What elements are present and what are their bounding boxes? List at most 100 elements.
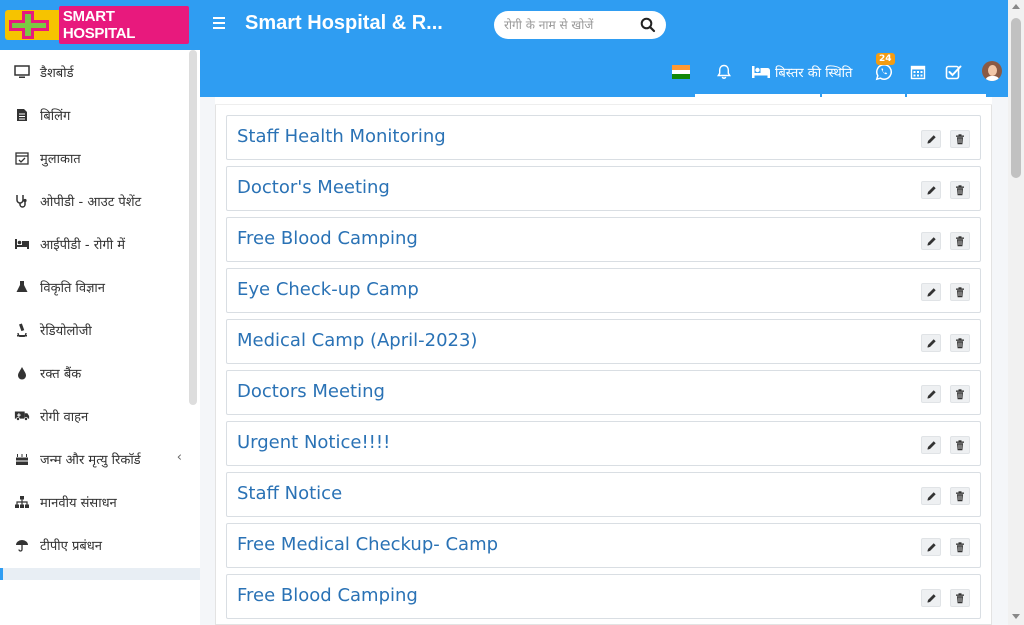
sidebar-item-radiology[interactable]: रेडियोलोजी xyxy=(0,308,188,351)
edit-pencil-icon[interactable] xyxy=(921,436,941,454)
edit-pencil-icon[interactable] xyxy=(921,589,941,607)
notice-item: Medical Camp (April-2023) xyxy=(226,319,981,364)
india-flag-icon[interactable] xyxy=(672,65,690,79)
notice-item: Eye Check-up Camp xyxy=(226,268,981,313)
notice-title-link[interactable]: Doctors Meeting xyxy=(237,381,385,402)
delete-trash-icon[interactable] xyxy=(950,130,970,148)
chevron-left-icon: ‹ xyxy=(176,450,182,465)
edit-pencil-icon[interactable] xyxy=(921,487,941,505)
scroll-down-arrow-icon[interactable] xyxy=(1012,614,1020,619)
delete-trash-icon[interactable] xyxy=(950,487,970,505)
notice-title-link[interactable]: Free Blood Camping xyxy=(237,228,418,249)
app-title: Smart Hospital & R... xyxy=(245,12,443,34)
tint-icon xyxy=(14,365,30,381)
sidebar-item-blood-bank[interactable]: रक्त बैंक xyxy=(0,351,188,394)
scroll-up-arrow-icon[interactable] xyxy=(1012,4,1020,9)
whatsapp-badge: 24 xyxy=(876,53,895,65)
edit-pencil-icon[interactable] xyxy=(921,232,941,250)
page-scrollbar[interactable] xyxy=(1008,0,1024,625)
secondary-navbar: बिस्तर की स्थिति 24 xyxy=(200,50,1008,97)
sidebar-item-label: बिलिंग xyxy=(40,108,71,124)
sidebar-item-ipd[interactable]: आईपीडी - रोगी में xyxy=(0,222,188,265)
notice-title-link[interactable]: Free Medical Checkup- Camp xyxy=(237,534,498,555)
delete-trash-icon[interactable] xyxy=(950,589,970,607)
umbrella-icon xyxy=(14,537,30,553)
delete-trash-icon[interactable] xyxy=(950,181,970,199)
sidebar-item-dashboard[interactable]: डैशबोर्ड xyxy=(0,50,188,93)
scrollbar-thumb[interactable] xyxy=(1011,18,1021,178)
sidebar-item-label: रक्त बैंक xyxy=(40,366,82,382)
patient-search xyxy=(494,11,666,39)
hospital-logo[interactable]: SMART HOSPITAL xyxy=(5,6,189,44)
bell-icon[interactable] xyxy=(714,62,734,82)
sidebar-item-label: रेडियोलोजी xyxy=(40,323,92,339)
panel-header xyxy=(215,97,992,105)
sidebar-active-item[interactable] xyxy=(0,568,200,580)
notice-title-link[interactable]: Staff Notice xyxy=(237,483,342,504)
notice-item: Urgent Notice!!!! xyxy=(226,421,981,466)
sidebar-item-opd[interactable]: ओपीडी - आउट पेशेंट xyxy=(0,179,188,222)
sidebar-scrollbar[interactable] xyxy=(189,50,197,405)
bill-icon xyxy=(14,107,30,123)
birthday-cake-icon xyxy=(14,451,30,467)
edit-pencil-icon[interactable] xyxy=(921,130,941,148)
notice-item: Doctors Meeting xyxy=(226,370,981,415)
delete-trash-icon[interactable] xyxy=(950,436,970,454)
calendar-icon[interactable] xyxy=(908,62,928,82)
sidebar-item-label: विकृति विज्ञान xyxy=(40,280,105,296)
edit-pencil-icon[interactable] xyxy=(921,538,941,556)
delete-trash-icon[interactable] xyxy=(950,385,970,403)
calendar-check-icon xyxy=(14,150,30,166)
sidebar-item-label: रोगी वाहन xyxy=(40,409,89,425)
notice-title-link[interactable]: Free Blood Camping xyxy=(237,585,418,606)
sidebar-item-label: मुलाकात xyxy=(40,151,81,167)
menu-toggle-icon[interactable] xyxy=(213,14,227,34)
logo-text: SMART HOSPITAL xyxy=(58,6,189,44)
medical-cross-icon xyxy=(5,10,51,40)
notice-title-link[interactable]: Medical Camp (April-2023) xyxy=(237,330,477,351)
ambulance-icon xyxy=(14,408,30,424)
edit-pencil-icon[interactable] xyxy=(921,181,941,199)
sidebar-item-pathology[interactable]: विकृति विज्ञान xyxy=(0,265,188,308)
sidebar-item-tpa-management[interactable]: टीपीए प्रबंधन xyxy=(0,523,188,566)
notice-item: Free Medical Checkup- Camp xyxy=(226,523,981,568)
delete-trash-icon[interactable] xyxy=(950,232,970,250)
search-icon[interactable] xyxy=(640,17,656,33)
sidebar-item-appointment[interactable]: मुलाकात xyxy=(0,136,188,179)
notice-title-link[interactable]: Staff Health Monitoring xyxy=(237,126,446,147)
delete-trash-icon[interactable] xyxy=(950,283,970,301)
notice-title-link[interactable]: Urgent Notice!!!! xyxy=(237,432,390,453)
sidebar-item-label: जन्म और मृत्यु रिकॉर्ड xyxy=(40,452,141,468)
bed-icon xyxy=(14,236,30,252)
sidebar-item-ambulance[interactable]: रोगी वाहन xyxy=(0,394,188,437)
top-navbar: SMART HOSPITAL Smart Hospital & R... xyxy=(0,0,1008,50)
task-check-icon[interactable] xyxy=(943,62,963,82)
sitemap-icon xyxy=(14,494,30,510)
logo-area: SMART HOSPITAL xyxy=(0,0,200,50)
sidebar-item-label: टीपीए प्रबंधन xyxy=(40,538,103,554)
edit-pencil-icon[interactable] xyxy=(921,334,941,352)
whatsapp-icon[interactable] xyxy=(874,62,894,82)
delete-trash-icon[interactable] xyxy=(950,538,970,556)
stethoscope-icon xyxy=(14,193,30,209)
notice-item: Staff Health Monitoring xyxy=(226,115,981,160)
notice-title-link[interactable]: Eye Check-up Camp xyxy=(237,279,419,300)
notice-item: Doctor's Meeting xyxy=(226,166,981,211)
sidebar-item-billing[interactable]: बिलिंग xyxy=(0,93,188,136)
delete-trash-icon[interactable] xyxy=(950,334,970,352)
sidebar-item-human-resource[interactable]: मानवीय संसाधन xyxy=(0,480,188,523)
sidebar-item-label: डैशबोर्ड xyxy=(40,65,74,81)
notice-item: Free Blood Camping xyxy=(226,574,981,619)
edit-pencil-icon[interactable] xyxy=(921,283,941,301)
search-input[interactable] xyxy=(504,15,634,35)
bed-status-label: बिस्तर की स्थिति xyxy=(775,66,853,81)
sidebar-item-birth-death-record[interactable]: जन्म और मृत्यु रिकॉर्ड ‹ xyxy=(0,437,188,480)
bed-status-button[interactable]: बिस्तर की स्थिति xyxy=(751,62,852,82)
bed-icon xyxy=(752,66,770,78)
user-avatar[interactable] xyxy=(982,61,1002,81)
edit-pencil-icon[interactable] xyxy=(921,385,941,403)
microscope-icon xyxy=(14,322,30,338)
sidebar-item-label: ओपीडी - आउट पेशेंट xyxy=(40,194,142,210)
sidebar-item-label: आईपीडी - रोगी में xyxy=(40,237,125,253)
notice-title-link[interactable]: Doctor's Meeting xyxy=(237,177,390,198)
